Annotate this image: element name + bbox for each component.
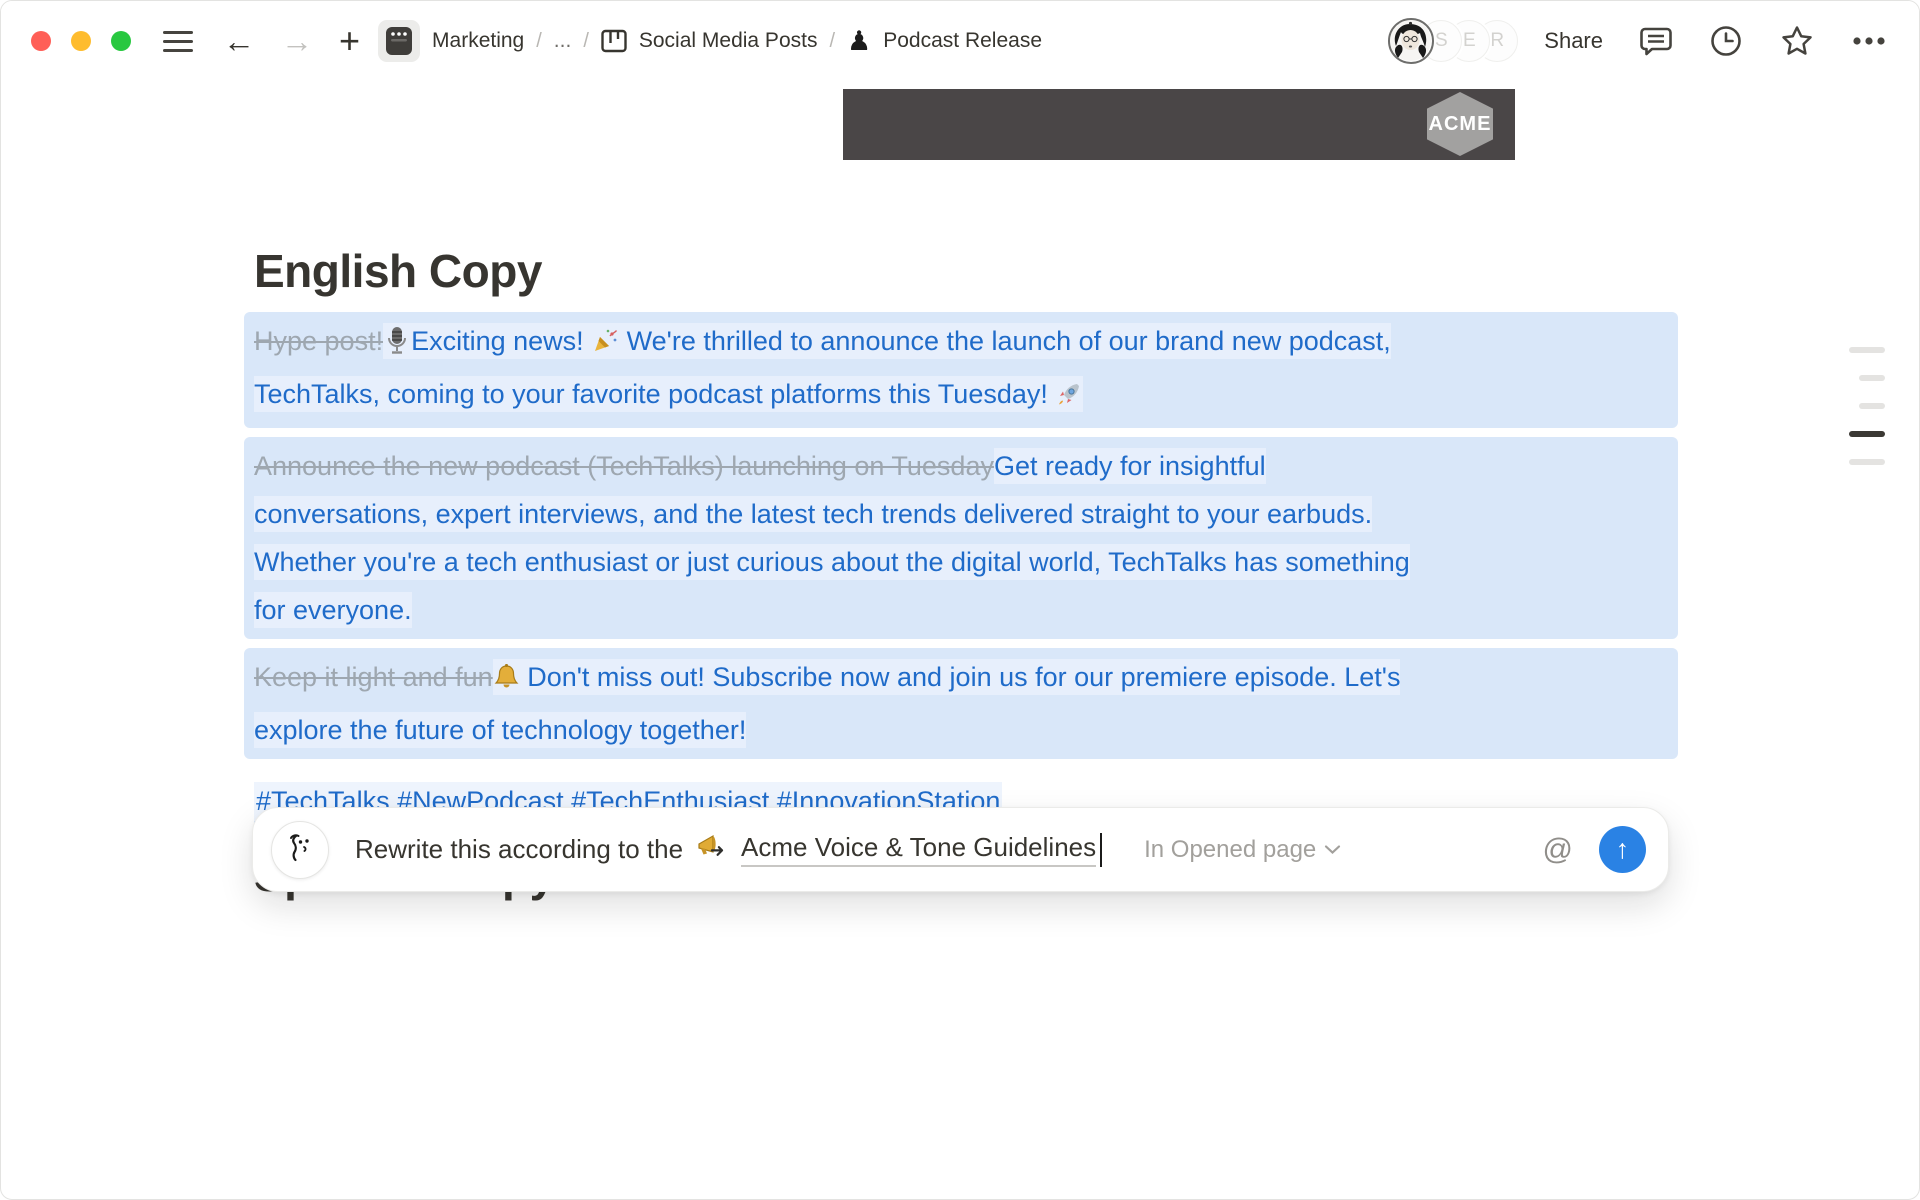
share-button[interactable]: Share [1544,28,1603,54]
inserted-text: Exciting news! [411,326,591,356]
comments-icon[interactable] [1639,24,1673,58]
paragraph-block-2: Announce the new podcast (TechTalks) lau… [244,437,1678,639]
board-icon [601,29,627,53]
ai-prompt-input[interactable]: Rewrite this according to the Acme Voice… [355,831,1102,868]
scope-label: In Opened page [1144,836,1316,864]
bell-emoji-icon [493,658,520,706]
outline-line[interactable] [1859,403,1885,409]
traffic-lights [31,31,131,51]
close-button[interactable] [31,31,51,51]
send-button[interactable]: ↑ [1599,826,1646,873]
zoom-button[interactable] [111,31,131,51]
inserted-text: Whether you're a tech enthusiast or just… [254,544,1410,580]
outline-line[interactable] [1849,347,1885,353]
minimize-button[interactable] [71,31,91,51]
scope-dropdown[interactable]: In Opened page [1144,836,1341,864]
inserted-text: conversations, expert interviews, and th… [254,496,1372,532]
inserted-text: for everyone. [254,592,412,628]
updates-clock-icon[interactable] [1709,24,1743,58]
page-mention-link[interactable]: Acme Voice & Tone Guidelines [741,832,1096,867]
ai-bar-actions: @ ↑ [1543,826,1646,873]
breadcrumb-item-page[interactable]: Podcast Release [883,29,1042,53]
page-content: English Copy Hype post! Exciting news! We… [254,160,1668,825]
outline-line[interactable] [1849,459,1885,465]
outline-line[interactable] [1859,375,1885,381]
page-emoji-icon: ♟ [847,28,871,55]
presence-avatars: S E R [1388,18,1518,64]
breadcrumb-separator: / [536,30,542,53]
microphone-emoji-icon [383,322,411,370]
inserted-text: explore the future of technology togethe… [254,715,746,745]
inserted-text: Don't miss out! Subscribe now and join u… [520,662,1401,692]
breadcrumb-separator: / [829,30,835,53]
deleted-text: Announce the new podcast (TechTalks) lau… [254,451,994,481]
workspace-icon[interactable] [378,20,420,62]
arrow-up-icon: ↑ [1616,836,1630,863]
rocket-emoji-icon [1055,375,1083,423]
forward-button[interactable]: → [281,25,313,57]
acme-logo: ACME [1427,92,1493,156]
back-button[interactable]: ← [223,25,255,57]
new-tab-button[interactable]: + [339,23,360,59]
breadcrumb-collapsed[interactable]: ... [554,29,572,53]
acme-logo-text: ACME [1429,113,1492,136]
titlebar-actions: S E R Share [1388,18,1887,64]
sidebar-toggle-icon[interactable] [163,31,193,52]
mention-at-button[interactable]: @ [1543,833,1573,867]
text-cursor [1100,833,1102,867]
deleted-text: Keep it light and fun [254,662,493,692]
breadcrumb-item-board[interactable]: Social Media Posts [639,29,818,53]
breadcrumb: Marketing / ... / Social Media Posts / ♟… [378,20,1042,62]
section-heading: English Copy [254,244,1668,298]
notion-ai-face-icon [271,821,329,879]
breadcrumb-item-workspace[interactable]: Marketing [432,29,524,53]
outline-line-active[interactable] [1849,431,1885,437]
chevron-down-icon [1324,844,1341,855]
inserted-text: We're thrilled to announce the launch of… [619,326,1391,356]
party-popper-emoji-icon [591,322,619,370]
titlebar: ← → + Marketing / ... / Social Media Pos… [1,1,1919,81]
megaphone-emoji-icon [695,831,727,868]
more-options-icon[interactable] [1851,35,1887,47]
user-avatar[interactable] [1388,18,1434,64]
favorite-star-icon[interactable] [1779,23,1815,59]
inserted-text: TechTalks, coming to your favorite podca… [254,379,1055,409]
teamspace-glyph [385,26,413,56]
breadcrumb-separator: / [583,30,589,53]
avatar-illustration [1390,20,1431,61]
inserted-text: Get ready for insightful [994,448,1266,484]
paragraph-block-1: Hype post! Exciting news! We're thrilled … [244,312,1678,428]
deleted-text: Hype post! [254,326,383,356]
paragraph-block-3: Keep it light and fun Don't miss out! Su… [244,648,1678,759]
notion-window: ← → + Marketing / ... / Social Media Pos… [0,0,1920,1200]
ai-prompt-bar[interactable]: Rewrite this according to the Acme Voice… [252,807,1669,892]
cover-image: ACME [843,89,1515,160]
prompt-text: Rewrite this according to the [355,834,683,865]
